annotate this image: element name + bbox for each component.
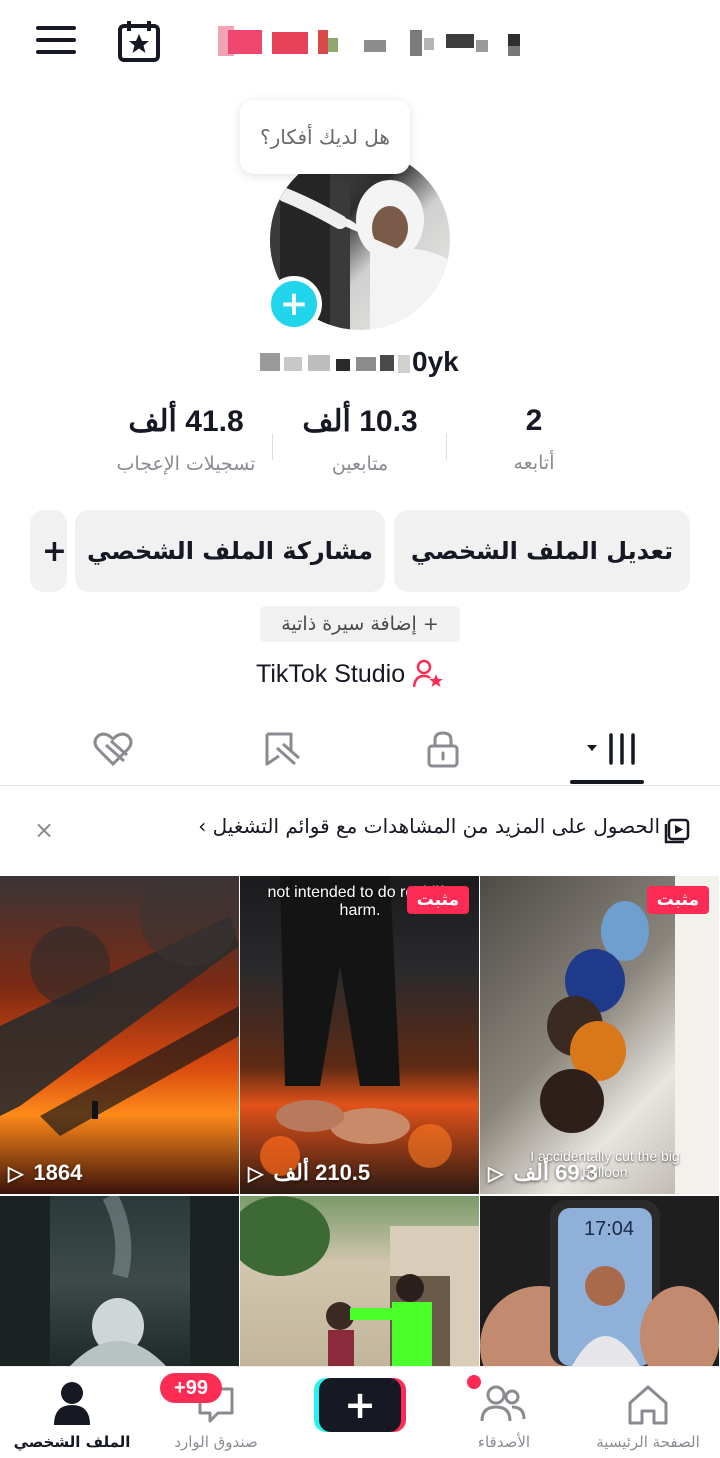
banner-text: الحصول على المزيد من المشاهدات مع قوائم …	[198, 814, 660, 838]
play-icon: ▷	[488, 1162, 504, 1185]
tiktok-studio-link[interactable]: TikTok Studio	[256, 656, 445, 692]
liked-heart-icon	[93, 732, 133, 767]
tab-liked[interactable]	[68, 724, 158, 774]
profile-stats: 41.8 ألف تسجيلات الإعجاب 10.3 ألف متابعي…	[0, 404, 720, 494]
view-count: ▷ 210.5 ألف	[248, 1160, 371, 1185]
play-icon: ▷	[248, 1162, 264, 1185]
content-tabs	[0, 712, 720, 786]
active-tab-indicator	[570, 780, 644, 784]
add-icon: +	[41, 533, 67, 569]
create-button[interactable]: +	[319, 1378, 401, 1432]
stat-followers[interactable]: 10.3 ألف متابعين	[270, 404, 450, 475]
pinned-badge: مثبت	[646, 886, 709, 914]
stat-following[interactable]: 2 أتابعه	[444, 404, 624, 474]
calendar-star-icon[interactable]	[116, 20, 162, 64]
inbox-badge: +99	[160, 1373, 222, 1403]
favorites-icon	[265, 732, 300, 766]
nav-home[interactable]: الصفحة الرئيسية	[576, 1375, 720, 1455]
tab-private[interactable]	[398, 724, 488, 774]
tab-favorites[interactable]	[236, 724, 326, 774]
studio-label: TikTok Studio	[256, 659, 406, 688]
lava-bridge-image	[0, 876, 239, 1136]
home-icon	[628, 1385, 668, 1425]
nav-home-label: الصفحة الرئيسية	[596, 1433, 700, 1451]
stat-likes[interactable]: 41.8 ألف تسجيلات الإعجاب	[96, 404, 276, 475]
play-icon: ▷	[8, 1162, 24, 1185]
friends-icon	[480, 1385, 526, 1422]
pixelated-username	[260, 351, 412, 373]
share-profile-button[interactable]: مشاركة الملف الشخصي	[75, 510, 385, 592]
close-icon[interactable]: ×	[34, 816, 54, 844]
username: 0yk	[260, 340, 459, 384]
tab-videos[interactable]	[562, 724, 652, 774]
top-bar	[0, 0, 720, 88]
view-count: ▷ 69.3 ألف	[488, 1160, 598, 1185]
bottom-navigation: الملف الشخصي صندوق الوارد +99 + الأصدقاء…	[0, 1366, 720, 1458]
video-thumbnail[interactable]	[240, 1196, 479, 1366]
nav-inbox-label: صندوق الوارد	[174, 1433, 258, 1451]
profile-icon	[54, 1382, 90, 1425]
phone-clock: 17:04	[584, 1218, 635, 1240]
video-thumbnail[interactable]: I accidentally cut the big balloon مثبت …	[480, 876, 719, 1194]
hooded-figure-image	[0, 1196, 239, 1366]
view-count: ▷ 1864	[8, 1160, 83, 1185]
video-grid: ▷ 1864 not intended to do real-life harm…	[0, 876, 720, 1366]
video-thumbnail[interactable]: ▷ 1864	[0, 876, 239, 1194]
menu-icon[interactable]	[36, 26, 76, 58]
add-friends-button[interactable]: +	[30, 510, 67, 592]
nav-friends[interactable]: الأصدقاء	[432, 1375, 576, 1455]
street-people-image	[240, 1196, 479, 1366]
video-thumbnail[interactable]	[0, 1196, 239, 1366]
video-thumbnail[interactable]: not intended to do real-life harm. مثبت …	[240, 876, 479, 1194]
nav-profile-label: الملف الشخصي	[13, 1433, 131, 1451]
balloons-image	[540, 876, 719, 1194]
nav-profile[interactable]: الملف الشخصي	[0, 1375, 144, 1455]
feet-on-lava-image	[260, 876, 452, 1176]
add-avatar-icon[interactable]: +	[266, 276, 322, 332]
ideas-bubble[interactable]: هل لديك أفكار؟	[240, 100, 410, 174]
playlist-icon	[664, 818, 690, 844]
add-bio-button[interactable]: + إضافة سيرة ذاتية	[260, 606, 460, 642]
pixelated-display-name	[214, 24, 534, 60]
pinned-badge: مثبت	[406, 886, 469, 914]
video-thumbnail[interactable]: 17:04	[480, 1196, 719, 1366]
playlist-banner[interactable]: الحصول على المزيد من المشاهدات مع قوائم …	[0, 800, 720, 860]
nav-friends-label: الأصدقاء	[477, 1433, 531, 1451]
videos-grid-icon	[587, 733, 635, 765]
edit-profile-button[interactable]: تعديل الملف الشخصي	[394, 510, 690, 592]
lock-icon	[427, 731, 459, 768]
username-tail: 0yk	[412, 346, 459, 377]
creator-star-icon	[413, 659, 444, 688]
friends-notification-dot	[467, 1375, 481, 1389]
